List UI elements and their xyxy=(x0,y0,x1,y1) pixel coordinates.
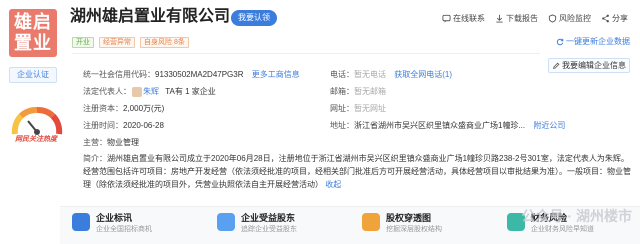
card-bids[interactable]: 企业标讯 企业全国招标商机 xyxy=(60,207,205,244)
company-logo: 雄启 置业 xyxy=(9,9,57,57)
chat-icon xyxy=(442,14,451,23)
nearby-link[interactable]: 附近公司 xyxy=(533,121,565,130)
risk-badge[interactable]: 自身风险 8条 xyxy=(140,37,189,48)
update-data-link[interactable]: 一键更新企业数据 xyxy=(556,36,630,47)
refresh-icon xyxy=(556,38,564,45)
host-row: 主营：物业管理 xyxy=(83,138,139,147)
web-row: 网址：暂无网址 xyxy=(330,104,386,113)
collapse-link[interactable]: 收起 xyxy=(325,180,341,189)
company-cert-badge[interactable]: 企业认证 xyxy=(9,67,57,83)
email-value: 暂无邮箱 xyxy=(354,87,386,96)
legal-row: 法定代表人： 朱辉 TA有 1 家企业 xyxy=(83,87,216,97)
company-intro: 简介：湖州雄启置业有限公司成立于2020年06月28日，注册地位于浙江省湖州市吴… xyxy=(83,154,631,189)
people-icon xyxy=(217,213,235,231)
edit-info-button[interactable]: 我要编辑企业信息 xyxy=(548,58,630,73)
share-icon xyxy=(602,14,609,23)
capital-row: 注册资本：2,000万(元) xyxy=(83,104,165,113)
get-phone-link[interactable]: 获取全网电话(1) xyxy=(394,70,452,79)
header-divider xyxy=(72,53,540,54)
claim-button[interactable]: 我要认领 xyxy=(231,10,277,26)
addr-row: 地址：浙江省湖州市吴兴区织里镇众盛商业广场1幢珍... 附近公司 xyxy=(330,121,566,130)
status-badge: 开业 xyxy=(72,37,94,48)
abnormal-badge[interactable]: 经营异常 xyxy=(99,37,135,48)
header-actions: 在线联系 下载报告 风险监控 分享 xyxy=(442,13,628,24)
legal-extra[interactable]: TA有 1 家企业 xyxy=(165,87,216,96)
edit-icon xyxy=(553,62,560,69)
status-tags: 开业 经营异常 自身风险 8条 xyxy=(72,37,189,48)
phone-row: 电话：暂无电话 获取全网电话(1) xyxy=(330,70,453,79)
company-name: 湖州雄启置业有限公司 xyxy=(70,8,231,25)
date-row: 注册时间：2020-06-28 xyxy=(83,121,164,130)
equity-chart-icon xyxy=(362,213,380,231)
risk-monitor-button[interactable]: 风险监控 xyxy=(548,13,591,24)
focus-label: 网民关注热度 xyxy=(15,136,57,143)
shield-icon xyxy=(548,14,557,23)
avatar xyxy=(132,87,142,97)
share-button[interactable]: 分享 xyxy=(601,13,628,24)
credit-code-row: 统一社会信用代码：91330502MA2D47PG3R 更多工商信息 xyxy=(83,70,300,79)
more-biz-link[interactable]: 更多工商信息 xyxy=(252,70,300,79)
credit-code: 91330502MA2D47PG3R xyxy=(155,70,244,79)
web-value: 暂无网址 xyxy=(354,104,386,113)
host-value: 物业管理 xyxy=(107,138,139,147)
capital-value: 2,000万(元) xyxy=(123,104,165,113)
addr-value: 浙江省湖州市吴兴区织里镇众盛商业广场1幢珍... xyxy=(354,121,526,130)
phone-value: 暂无电话 xyxy=(354,70,386,79)
bid-icon xyxy=(72,213,90,231)
download-report-button[interactable]: 下载报告 xyxy=(495,13,538,24)
legal-name-link[interactable]: 朱辉 xyxy=(143,87,159,96)
date-value: 2020-06-28 xyxy=(123,121,164,130)
intro-text: 湖州雄启置业有限公司成立于2020年06月28日，注册地位于浙江省湖州市吴兴区织… xyxy=(83,154,631,189)
download-icon xyxy=(496,14,503,23)
card-equity[interactable]: 股权穿透图 挖掘深层股权结构 xyxy=(350,207,495,244)
watermark: 公众号 · 湖州楼市 xyxy=(521,208,632,224)
online-contact-button[interactable]: 在线联系 xyxy=(442,13,485,24)
card-beneficiary[interactable]: 企业受益股东 追踪企业受益股东 xyxy=(205,207,350,244)
email-row: 邮箱：暂无邮箱 xyxy=(330,87,386,96)
